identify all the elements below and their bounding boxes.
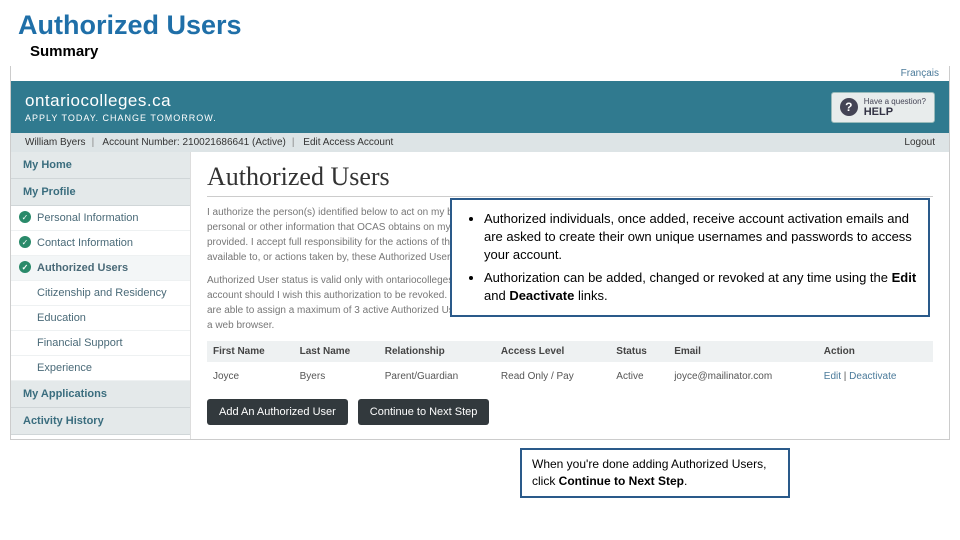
deactivate-link[interactable]: Deactivate <box>849 371 896 382</box>
slide-subtitle: Summary <box>0 43 960 66</box>
brand-tagline: APPLY TODAY. CHANGE TOMORROW. <box>25 113 217 123</box>
col-level: Access Level <box>495 341 610 364</box>
nav-authorized-users[interactable]: ✓Authorized Users <box>11 256 190 281</box>
callout-bullet-1: Authorized individuals, once added, rece… <box>484 210 918 265</box>
callout-tip: When you're done adding Authorized Users… <box>520 448 790 498</box>
nav-my-profile[interactable]: My Profile <box>11 179 190 206</box>
col-email: Email <box>668 341 818 364</box>
cell-first: Joyce <box>207 364 294 387</box>
nav-my-applications[interactable]: My Applications <box>11 381 190 408</box>
cell-email: joyce@mailinator.com <box>668 364 818 387</box>
brand-bar: ontariocolleges.ca APPLY TODAY. CHANGE T… <box>11 81 949 133</box>
brand-logo: ontariocolleges.ca <box>25 91 217 111</box>
slide-title: Authorized Users <box>0 0 960 43</box>
nav-my-home[interactable]: My Home <box>11 152 190 179</box>
nav-activity-history[interactable]: Activity History <box>11 408 190 435</box>
help-button[interactable]: ? Have a question? HELP <box>831 92 935 123</box>
edit-access-link[interactable]: Edit Access Account <box>303 137 393 148</box>
col-rel: Relationship <box>379 341 495 364</box>
account-name: William Byers <box>25 137 86 148</box>
table-header-row: First Name Last Name Relationship Access… <box>207 341 933 364</box>
continue-button[interactable]: Continue to Next Step <box>358 399 490 425</box>
col-action: Action <box>818 341 933 364</box>
lang-link[interactable]: Français <box>901 68 939 79</box>
nav-experience[interactable]: Experience <box>11 356 190 381</box>
cell-status: Active <box>610 364 668 387</box>
nav-personal-info[interactable]: ✓Personal Information <box>11 206 190 231</box>
col-status: Status <box>610 341 668 364</box>
account-status: (Active) <box>252 137 286 148</box>
brand: ontariocolleges.ca APPLY TODAY. CHANGE T… <box>25 91 217 123</box>
account-number: 210021686641 <box>182 137 249 148</box>
top-bar: Français <box>11 66 949 81</box>
callout-bullet-2: Authorization can be added, changed or r… <box>484 269 918 305</box>
page-title: Authorized Users <box>207 162 933 197</box>
col-first: First Name <box>207 341 294 364</box>
cell-last: Byers <box>294 364 379 387</box>
edit-link[interactable]: Edit <box>824 371 841 382</box>
cell-rel: Parent/Guardian <box>379 364 495 387</box>
question-icon: ? <box>840 98 858 116</box>
check-icon: ✓ <box>19 211 31 223</box>
check-icon: ✓ <box>19 236 31 248</box>
button-row: Add An Authorized User Continue to Next … <box>207 399 933 425</box>
nav-citizenship[interactable]: Citizenship and Residency <box>11 281 190 306</box>
table-row: Joyce Byers Parent/Guardian Read Only / … <box>207 364 933 387</box>
logout-link[interactable]: Logout <box>904 137 935 148</box>
col-last: Last Name <box>294 341 379 364</box>
nav-financial[interactable]: Financial Support <box>11 331 190 356</box>
nav-education[interactable]: Education <box>11 306 190 331</box>
account-number-label: Account Number: <box>102 137 179 148</box>
nav-contact-info[interactable]: ✓Contact Information <box>11 231 190 256</box>
sidebar: My Home My Profile ✓Personal Information… <box>11 152 191 439</box>
check-icon: ✓ <box>19 261 31 273</box>
add-authorized-user-button[interactable]: Add An Authorized User <box>207 399 348 425</box>
account-bar: William Byers| Account Number: 210021686… <box>11 133 949 152</box>
cell-action: Edit | Deactivate <box>818 364 933 387</box>
callout-bullets: Authorized individuals, once added, rece… <box>450 198 930 317</box>
authorized-users-table: First Name Last Name Relationship Access… <box>207 341 933 387</box>
cell-level: Read Only / Pay <box>495 364 610 387</box>
help-text: Have a question? HELP <box>864 97 926 118</box>
account-info: William Byers| Account Number: 210021686… <box>25 137 393 148</box>
